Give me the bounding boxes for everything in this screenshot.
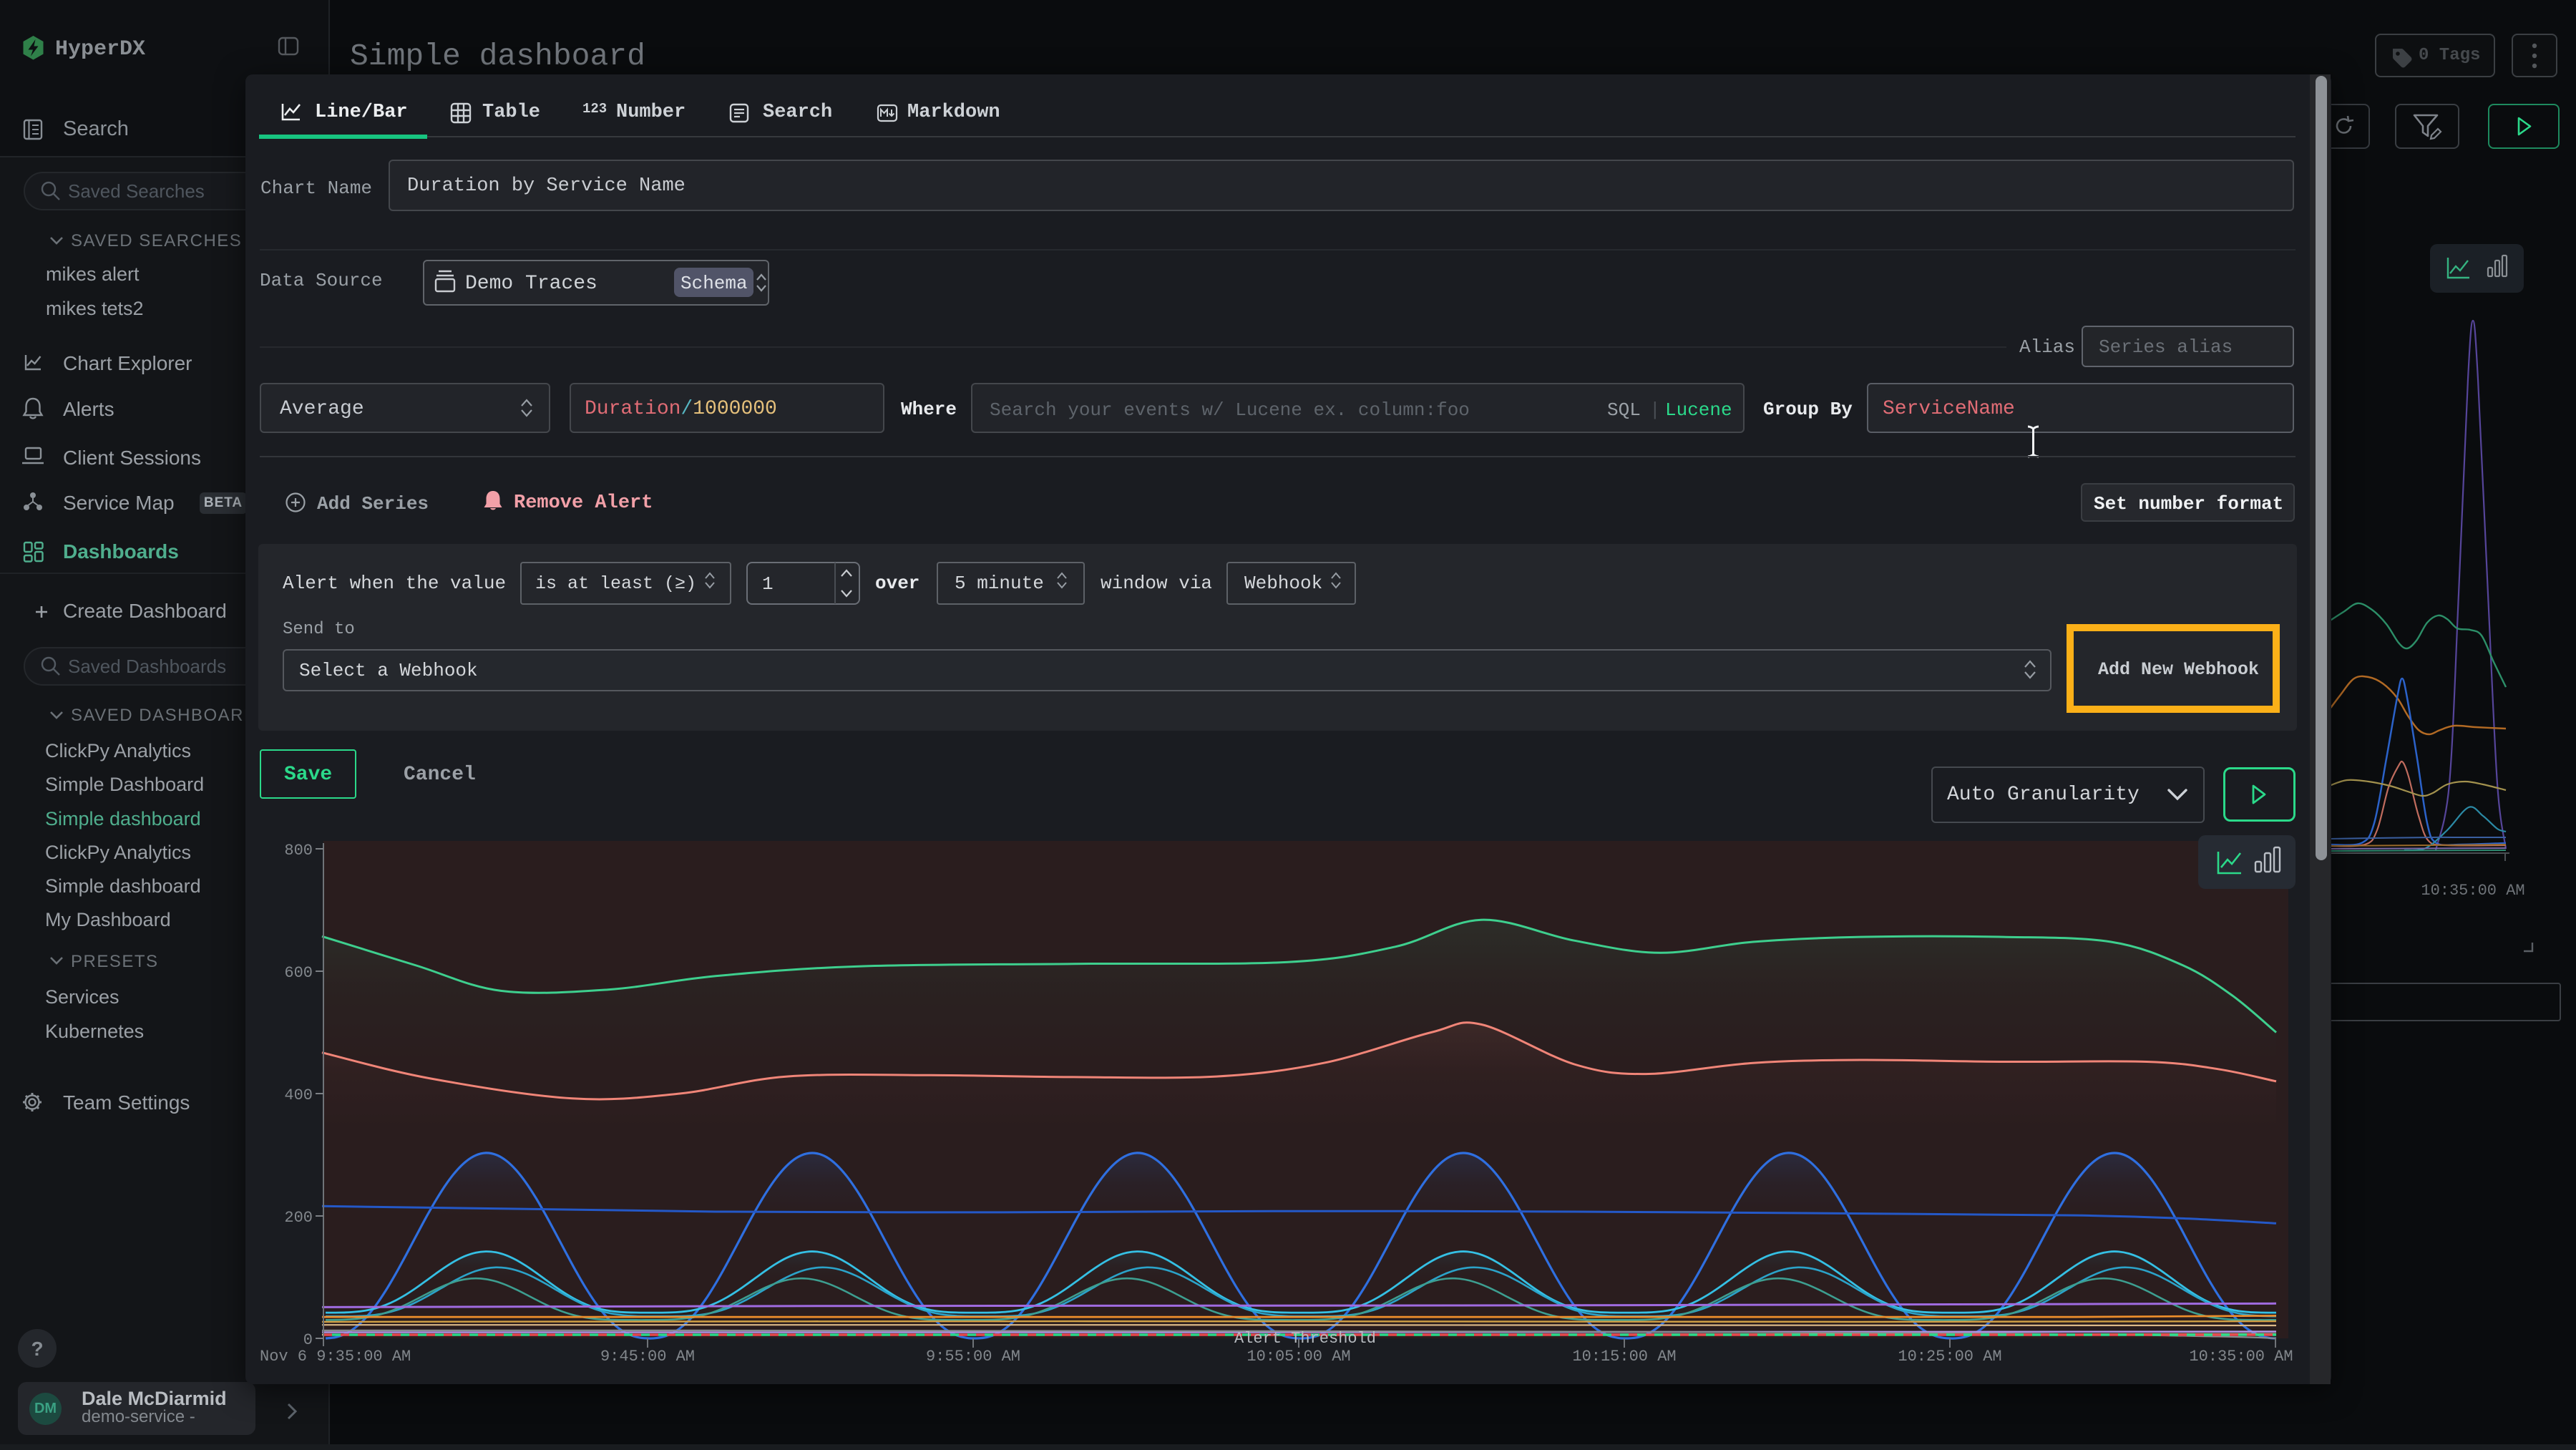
svg-text:10:05:00 AM: 10:05:00 AM	[1246, 1348, 1350, 1366]
svg-text:10:35:00 AM: 10:35:00 AM	[2421, 882, 2524, 900]
svg-text:600: 600	[284, 964, 313, 982]
svg-text:?: ?	[31, 1338, 43, 1360]
svg-text:10:25:00 AM: 10:25:00 AM	[1898, 1348, 2001, 1366]
svg-text:400: 400	[284, 1086, 313, 1104]
svg-text:10:15:00 AM: 10:15:00 AM	[1572, 1348, 1676, 1366]
svg-text:Nov 6 9:35:00 AM: Nov 6 9:35:00 AM	[260, 1348, 411, 1366]
svg-text:10:35:00 AM: 10:35:00 AM	[2189, 1348, 2293, 1366]
svg-text:Alert Threshold: Alert Threshold	[1234, 1330, 1376, 1348]
svg-text:0: 0	[303, 1331, 313, 1349]
svg-text:9:55:00 AM: 9:55:00 AM	[926, 1348, 1020, 1366]
svg-text:800: 800	[284, 842, 313, 860]
svg-text:200: 200	[284, 1209, 313, 1227]
svg-text:9:45:00 AM: 9:45:00 AM	[600, 1348, 695, 1366]
